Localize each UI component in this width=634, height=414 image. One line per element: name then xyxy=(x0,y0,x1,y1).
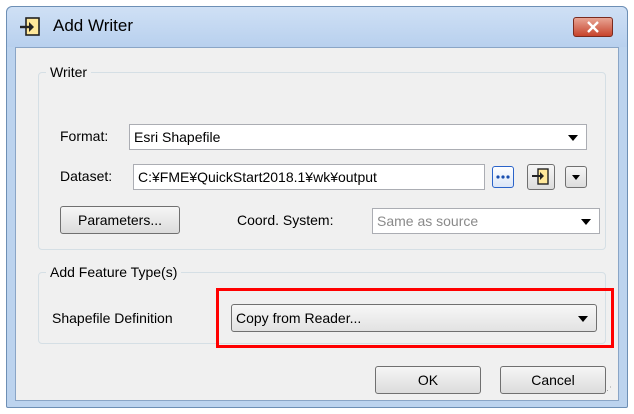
ok-button-label: OK xyxy=(417,372,439,388)
format-label: Format: xyxy=(60,128,109,144)
title-bar[interactable]: Add Writer xyxy=(7,7,627,47)
chevron-down-icon xyxy=(572,175,580,180)
close-button[interactable] xyxy=(573,17,613,37)
parameters-button[interactable]: Parameters... xyxy=(60,206,180,234)
window-title: Add Writer xyxy=(53,16,133,35)
feature-type-group-label: Add Feature Type(s) xyxy=(46,264,182,280)
writer-file-icon xyxy=(532,168,549,185)
chevron-down-icon xyxy=(578,316,588,322)
shapefile-definition-label: Shapefile Definition xyxy=(52,310,173,326)
format-dropdown[interactable]: Esri Shapefile xyxy=(129,124,587,150)
ok-button[interactable]: OK xyxy=(375,366,481,394)
chevron-down-icon xyxy=(568,135,578,141)
dataset-value: C:¥FME¥QuickStart2018.1¥wk¥output xyxy=(138,169,377,185)
writer-group-label: Writer xyxy=(46,64,92,80)
browse-button[interactable] xyxy=(492,166,514,188)
dialog-body: Writer Format: Esri Shapefile Dataset: C… xyxy=(15,47,619,401)
parameters-button-label: Parameters... xyxy=(77,212,163,228)
dataset-label: Dataset: xyxy=(60,168,113,184)
dataset-menu-button[interactable] xyxy=(565,166,587,188)
shapefile-definition-value: Copy from Reader... xyxy=(236,310,362,326)
add-writer-icon xyxy=(19,16,43,38)
coord-system-label: Coord. System: xyxy=(237,212,334,228)
coord-system-value: Same as source xyxy=(377,213,479,229)
chevron-down-icon xyxy=(581,219,591,225)
format-value: Esri Shapefile xyxy=(134,129,221,145)
shapefile-definition-dropdown[interactable]: Copy from Reader... xyxy=(231,304,597,332)
dataset-input[interactable]: C:¥FME¥QuickStart2018.1¥wk¥output xyxy=(133,164,485,190)
cancel-button-label: Cancel xyxy=(531,372,575,388)
ellipsis-icon xyxy=(496,175,510,179)
add-writer-dialog: Add Writer Writer Format: Esri Shapefile… xyxy=(6,6,628,408)
cancel-button[interactable]: Cancel xyxy=(500,366,606,394)
coord-system-dropdown[interactable]: Same as source xyxy=(372,208,600,234)
dataset-format-button[interactable] xyxy=(527,164,555,190)
close-icon xyxy=(587,21,599,33)
resize-grip-icon[interactable]: ⋰ xyxy=(603,385,612,396)
